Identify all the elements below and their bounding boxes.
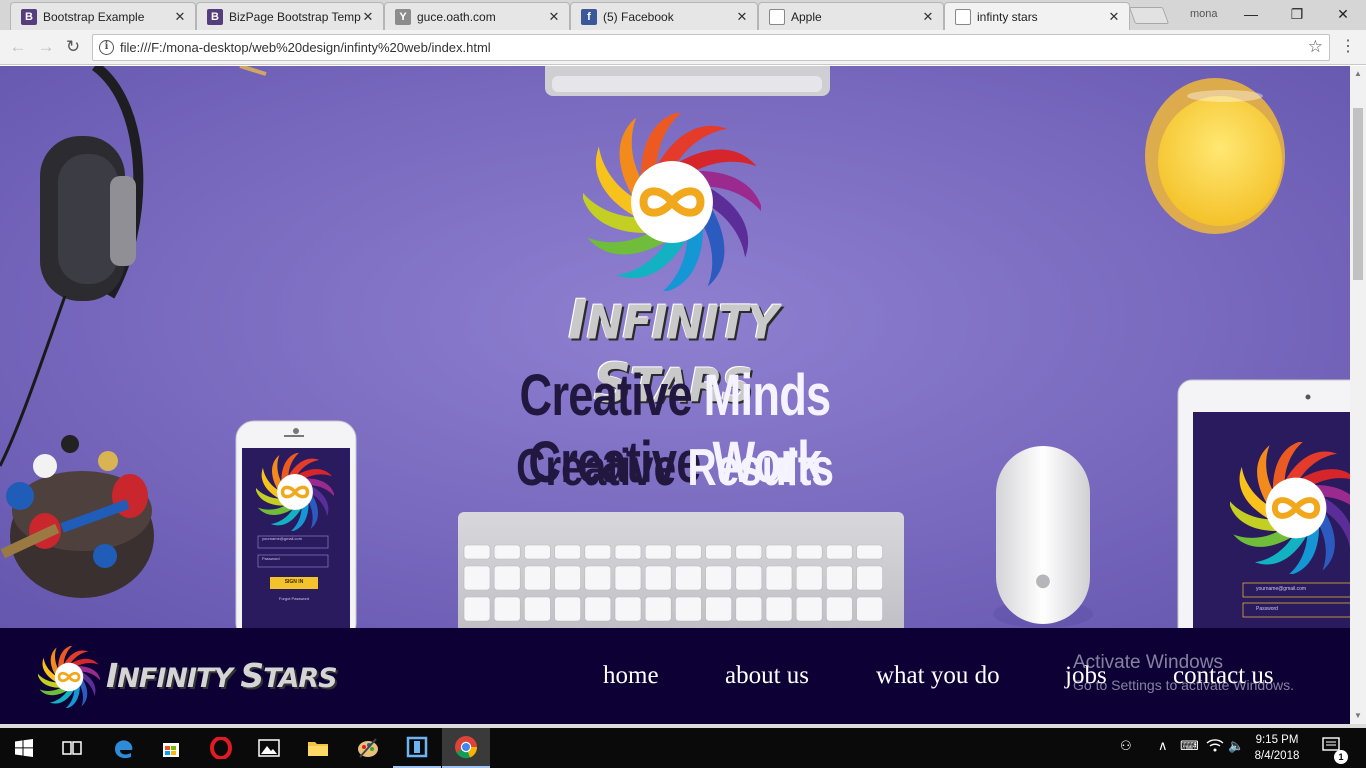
tagline-word: Results bbox=[687, 439, 834, 497]
wifi-icon[interactable] bbox=[1206, 738, 1224, 755]
nav-link-about-us[interactable]: about us bbox=[725, 662, 809, 690]
url-text[interactable]: file:///F:/mona-desktop/web%20design/inf… bbox=[120, 40, 491, 55]
phone-forgot-link: Forgot Password bbox=[278, 596, 310, 601]
clock-date: 8/4/2018 bbox=[1254, 750, 1300, 762]
restore-icon[interactable]: ❐ bbox=[1282, 4, 1312, 24]
opera-icon[interactable] bbox=[197, 728, 245, 768]
input-language-icon[interactable]: ⌨ bbox=[1180, 738, 1199, 754]
phone-password-field: Password bbox=[262, 556, 280, 561]
bookmark-star-icon[interactable]: ☆ bbox=[1308, 37, 1323, 57]
infinity-logo-icon bbox=[580, 110, 764, 296]
phone-signin-button: SIGN IN bbox=[284, 579, 304, 585]
tab-apple[interactable]: Apple ✕ bbox=[758, 2, 944, 30]
monitor-stand bbox=[545, 66, 830, 96]
scroll-down-icon[interactable]: ▼ bbox=[1350, 708, 1366, 724]
windows-taskbar: ⚇ ∧ ⌨ 🔈 9:15 PM 8/4/2018 1 bbox=[0, 728, 1366, 768]
bootstrap-favicon-icon: B bbox=[207, 8, 223, 25]
edge-icon[interactable] bbox=[99, 728, 147, 768]
tablet-logo-icon bbox=[1228, 440, 1350, 579]
hero-tagline-2: Creative Results bbox=[492, 438, 859, 498]
notification-count-badge: 1 bbox=[1334, 750, 1348, 764]
address-bar[interactable]: i file:///F:/mona-desktop/web%20design/i… bbox=[92, 34, 1330, 61]
show-hidden-icons-icon[interactable]: ∧ bbox=[1158, 738, 1168, 754]
close-tab-icon[interactable]: ✕ bbox=[547, 9, 561, 25]
facebook-favicon-icon: f bbox=[581, 8, 597, 25]
new-tab-button[interactable] bbox=[1128, 7, 1170, 24]
volume-icon[interactable]: 🔈 bbox=[1228, 738, 1244, 754]
page-icon bbox=[955, 8, 971, 25]
clock-time: 9:15 PM bbox=[1255, 734, 1299, 746]
tab-facebook[interactable]: f (5) Facebook ✕ bbox=[570, 2, 758, 30]
store-icon[interactable] bbox=[147, 728, 195, 768]
magic-mouse: ● bbox=[993, 446, 1093, 628]
tab-strip: B Bootstrap Example ✕ B BizPage Bootstra… bbox=[0, 0, 1366, 30]
tab-guce-oath[interactable]: Y guce.oath.com ✕ bbox=[384, 2, 570, 30]
juice-glass bbox=[1145, 78, 1285, 234]
nav-link-what-you-do[interactable]: what you do bbox=[876, 662, 1000, 690]
activate-windows-subtitle: Go to Settings to activate Windows. bbox=[1073, 677, 1294, 693]
page-icon bbox=[769, 8, 785, 25]
paint-icon[interactable] bbox=[344, 728, 392, 768]
yahoo-favicon-icon: Y bbox=[395, 8, 411, 25]
forward-icon[interactable]: → bbox=[35, 36, 57, 58]
profile-name[interactable]: mona bbox=[1190, 8, 1218, 20]
page-scrollbar[interactable]: ▲ ▼ bbox=[1350, 66, 1366, 724]
nav-link-home[interactable]: home bbox=[603, 662, 659, 690]
close-tab-icon[interactable]: ✕ bbox=[921, 9, 935, 25]
app-icon[interactable] bbox=[393, 728, 441, 768]
scroll-thumb[interactable] bbox=[1353, 108, 1363, 280]
close-tab-icon[interactable]: ✕ bbox=[1107, 9, 1121, 25]
tab-title: infinty stars bbox=[977, 9, 1038, 24]
scroll-up-icon[interactable]: ▲ bbox=[1350, 66, 1366, 82]
svg-text:●: ● bbox=[1035, 570, 1051, 591]
activate-windows-title: Activate Windows bbox=[1073, 652, 1223, 673]
bootstrap-favicon-icon: B bbox=[21, 8, 37, 25]
minimize-icon[interactable]: — bbox=[1236, 4, 1266, 24]
browser-menu-icon[interactable]: ⋮ bbox=[1340, 37, 1356, 59]
window-close-icon[interactable]: ✕ bbox=[1328, 4, 1358, 24]
phone-logo-icon bbox=[255, 452, 335, 536]
phone-email-field: yourname@gmail.com bbox=[262, 536, 303, 541]
close-tab-icon[interactable]: ✕ bbox=[361, 9, 375, 25]
navbar-logo-icon[interactable] bbox=[37, 645, 101, 713]
people-icon[interactable]: ⚇ bbox=[1120, 738, 1132, 754]
close-tab-icon[interactable]: ✕ bbox=[173, 9, 187, 25]
tab-infinity-stars[interactable]: infinty stars ✕ bbox=[944, 2, 1130, 30]
hero-banner: ● yourname@gmail.com Password SIGN IN Fo… bbox=[0, 66, 1350, 628]
tab-title: guce.oath.com bbox=[417, 9, 496, 24]
tagline-word: Creative bbox=[519, 363, 704, 428]
tagline-word: Minds bbox=[703, 363, 832, 428]
site-navbar: INFINITY STARS home about us what you do… bbox=[0, 628, 1350, 724]
navbar-brand[interactable]: INFINITY STARS bbox=[106, 656, 338, 695]
task-view-icon[interactable] bbox=[48, 728, 96, 768]
tablet-email-field: yourname@gmail.com bbox=[1256, 586, 1307, 592]
start-icon[interactable] bbox=[0, 728, 48, 768]
tab-title: Apple bbox=[791, 9, 822, 24]
tab-bizpage[interactable]: B BizPage Bootstrap Temp ✕ bbox=[196, 2, 384, 30]
photos-icon[interactable] bbox=[245, 728, 293, 768]
back-icon[interactable]: ← bbox=[7, 36, 29, 58]
close-tab-icon[interactable]: ✕ bbox=[735, 9, 749, 25]
tab-title: BizPage Bootstrap Temp bbox=[229, 9, 361, 24]
file-explorer-icon[interactable] bbox=[294, 728, 342, 768]
tab-bootstrap-example[interactable]: B Bootstrap Example ✕ bbox=[10, 2, 196, 30]
page-viewport: ● yourname@gmail.com Password SIGN IN Fo… bbox=[0, 66, 1350, 724]
tab-title: (5) Facebook bbox=[603, 9, 674, 24]
tablet-password-field: Password bbox=[1256, 606, 1278, 612]
browser-toolbar: ← → ↻ i file:///F:/mona-desktop/web%20de… bbox=[0, 30, 1366, 65]
tab-title: Bootstrap Example bbox=[43, 9, 145, 24]
system-clock[interactable]: 9:15 PM 8/4/2018 bbox=[1244, 732, 1310, 764]
reload-icon[interactable]: ↻ bbox=[62, 36, 84, 58]
info-icon[interactable]: i bbox=[99, 40, 114, 55]
keyboard bbox=[458, 512, 904, 628]
chrome-icon[interactable] bbox=[442, 728, 490, 768]
tagline-word: Creative bbox=[516, 439, 688, 497]
